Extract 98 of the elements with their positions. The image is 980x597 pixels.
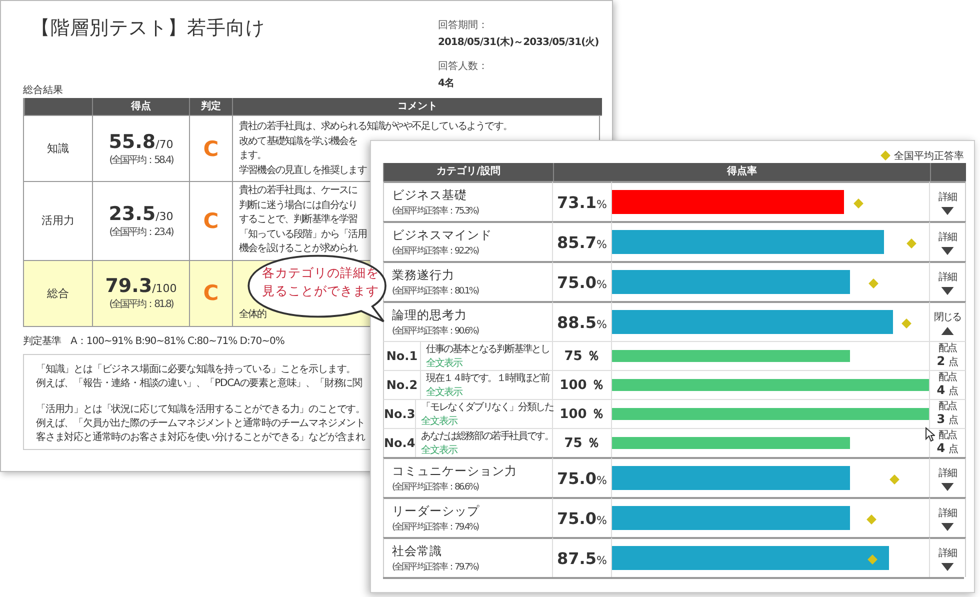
average-rate: (全国平均正答率：92.2%) — [392, 245, 478, 257]
question-number: No.2 — [384, 371, 421, 399]
toggle-button[interactable]: 詳細 — [938, 270, 956, 294]
table-header-cell: コメント — [232, 98, 602, 115]
toggle-button[interactable]: 詳細 — [938, 190, 956, 214]
row-label-cell: 知識 — [24, 115, 92, 181]
points-label: 配点 — [938, 372, 956, 384]
comment-line: 貴社の若手社員は、求められる知識がやや不足しているようです。 — [239, 120, 512, 134]
question-rate: 100 ％ — [560, 406, 604, 423]
question-text: 現在１４時です。１時間ほど前 — [426, 372, 550, 385]
comment-line: 貴社の若手社員は、ケースに — [239, 184, 358, 198]
average-rate: (全国平均正答率：79.4%) — [392, 521, 478, 533]
table-header-cell: 判定 — [189, 98, 232, 115]
category-name: 論理的思考力 — [392, 306, 467, 324]
note-line: 「知識」とは「ビジネス場面に必要な知識を持っている」ことを示します。 — [36, 362, 356, 376]
score-rate: 75.0% — [557, 468, 607, 488]
comment-line: ます。 — [239, 149, 266, 163]
average-rate: (全国平均正答率：90.6%) — [392, 325, 478, 337]
down-triangle-icon — [941, 246, 954, 254]
respondents-value: 4名 — [438, 76, 455, 90]
question-text: あなたは総務部の若手社員です。 — [421, 430, 554, 443]
points-label: 配点 — [938, 401, 956, 413]
score-rate: 73.1% — [557, 192, 607, 212]
category-name: コミュニケーション力 — [392, 462, 517, 480]
period-value: 2018/05/31(木)～2033/05/31(火) — [438, 36, 600, 49]
comment-line: することで、判断基準を学習 — [239, 213, 358, 227]
score-value: 79.3/100 — [105, 275, 177, 297]
comment-line: 機会を設けることが求められ — [239, 242, 358, 256]
toggle-button[interactable]: 詳細 — [938, 506, 956, 530]
note-line: 「活用力」とは「状況に応じて知識を活用することができる力」のことです。 — [36, 402, 366, 416]
question-rate: 100 ％ — [560, 377, 604, 394]
points-label: 配点 — [938, 343, 956, 355]
score-rate: 87.5% — [557, 548, 607, 568]
comment-line: 「知っている段階」から「活用 — [239, 228, 366, 242]
points-value: 4 点 — [936, 384, 958, 398]
question-number: No.1 — [384, 342, 421, 370]
points-value: 3 点 — [936, 413, 958, 427]
toggle-button[interactable]: 閉じる — [934, 310, 961, 334]
question-rate: 75 ％ — [564, 348, 600, 365]
question-rate: 75 ％ — [564, 435, 600, 452]
question-number: No.3 — [384, 400, 416, 428]
row-label-cell: 総合 — [24, 260, 92, 326]
category-name: ビジネスマインド — [392, 226, 492, 244]
table-header-cell: カテゴリ/設問 — [383, 163, 553, 181]
comment-line: 改めて基礎知識を学ぶ機会を — [239, 134, 358, 148]
report-title: 【階層別テスト】若手向け — [30, 16, 265, 41]
down-triangle-icon — [941, 562, 954, 570]
toggle-button[interactable]: 詳細 — [938, 230, 956, 254]
comment-line: 全体的 — [239, 308, 266, 322]
cursor-icon — [925, 427, 935, 442]
score-rate: 88.5% — [557, 312, 607, 332]
question-number: No.4 — [384, 429, 416, 457]
average-score: (全国平均：81.8) — [109, 298, 173, 311]
comment-line: 判断に迷う場合には自分なり — [239, 198, 358, 212]
average-rate: (全国平均正答率：80.1%) — [392, 285, 478, 297]
period-label: 回答期間： — [438, 18, 489, 32]
down-triangle-icon — [941, 206, 954, 214]
score-rate: 85.7% — [557, 232, 607, 252]
grade-value: C — [203, 281, 219, 305]
points-label: 配点 — [938, 430, 956, 442]
note-line: 客さま対応と通常時のお客さま対応を使い分けることができる」などが含まれ — [36, 430, 366, 444]
category-name: 業務遂行力 — [392, 266, 454, 284]
table-header-cell: 得点 — [92, 98, 189, 115]
toggle-button[interactable]: 詳細 — [938, 546, 956, 570]
score-value: 55.8/70 — [108, 130, 174, 152]
category-name: ビジネス基礎 — [392, 186, 467, 204]
average-rate: (全国平均正答率：79.7%) — [392, 561, 478, 573]
comment-line: 学習機会の見直しを推奨します — [239, 164, 366, 178]
question-text: 仕事の基本となる判断基準とし — [426, 342, 550, 356]
points-value: 4 点 — [936, 442, 958, 456]
score-rate: 75.0% — [557, 508, 607, 528]
section-title: 総合結果 — [23, 84, 64, 97]
average-score: (全国平均：23.4) — [109, 226, 173, 239]
down-triangle-icon — [941, 482, 954, 490]
table-header-cell — [24, 98, 92, 115]
note-line: 例えば、「欠員が出た際のチームマネジメントと通常時のチームマネジメント — [36, 416, 366, 430]
average-rate: (全国平均正答率：75.3%) — [392, 205, 478, 217]
respondents-label: 回答人数： — [438, 60, 489, 73]
legend-label: 全国平均正答率 — [894, 150, 964, 162]
grade-value: C — [203, 136, 219, 160]
up-triangle-icon — [941, 326, 954, 334]
category-name: リーダーシップ — [392, 502, 480, 520]
average-rate: (全国平均正答率：86.6%) — [392, 481, 478, 493]
score-rate: 75.0% — [557, 272, 607, 292]
question-text: 「モレなくダブリなく」分類した — [421, 400, 554, 414]
points-value: 2 点 — [936, 355, 958, 369]
callout-text: 各カテゴリの詳細を見ることができます — [262, 264, 380, 300]
grade-value: C — [203, 208, 219, 233]
table-header-cell — [930, 163, 966, 181]
table-header-cell: 得点率 — [553, 163, 930, 181]
category-name: 社会常識 — [392, 542, 442, 560]
note-line: 例えば、「報告・連絡・相談の違い」、「PDCAの要素と意味」、「財務に関 — [36, 376, 362, 390]
grading-criteria: 判定基準 A：100~91% B:90~81% C:80~71% D:70~0% — [23, 334, 284, 348]
score-value: 23.5/30 — [108, 202, 174, 225]
toggle-button[interactable]: 詳細 — [938, 466, 956, 490]
average-score: (全国平均：58.4) — [109, 154, 173, 166]
down-triangle-icon — [941, 286, 954, 294]
down-triangle-icon — [941, 522, 954, 530]
